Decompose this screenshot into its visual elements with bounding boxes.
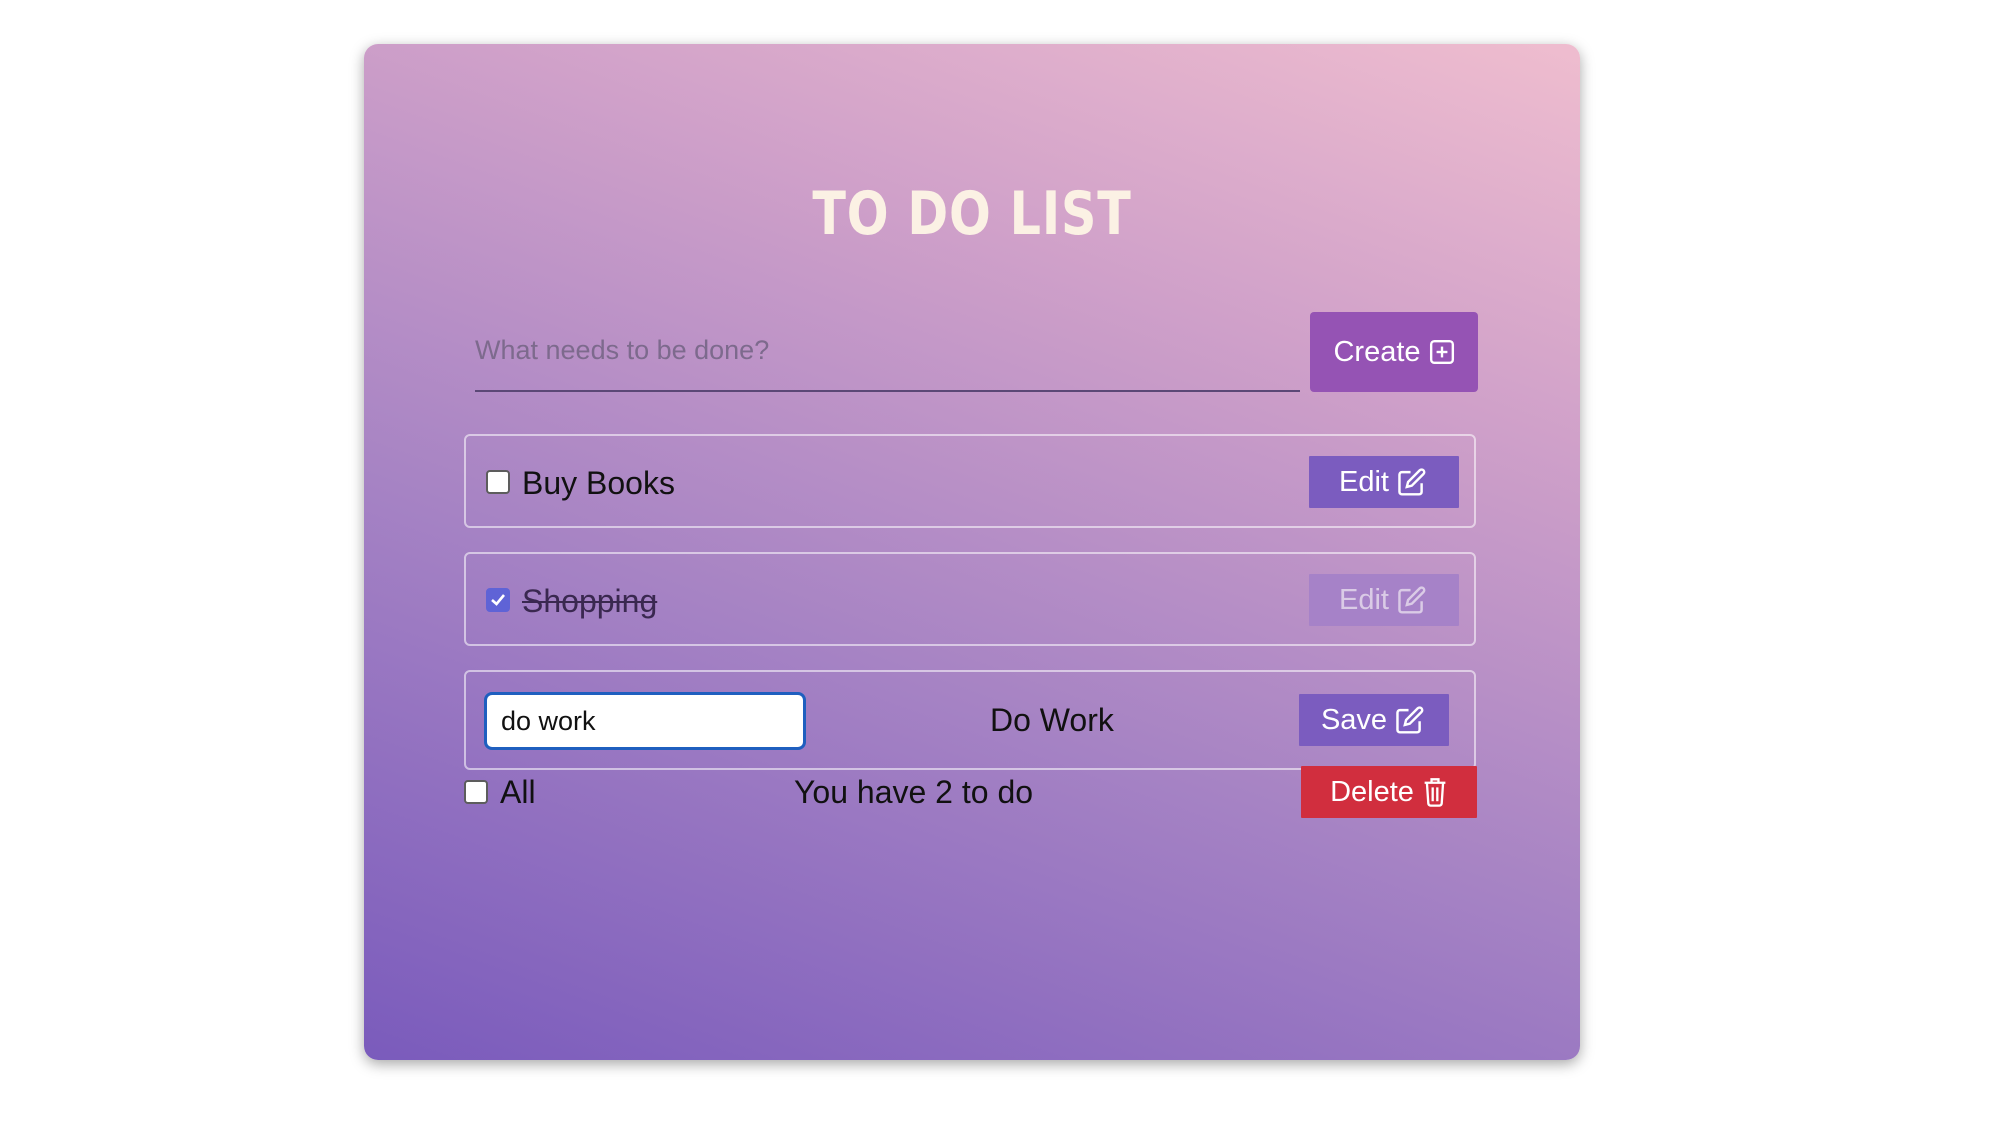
edit-button-label: Edit xyxy=(1339,465,1389,498)
pencil-square-icon xyxy=(1395,705,1427,735)
pencil-square-icon xyxy=(1397,585,1429,615)
select-all-label: All xyxy=(500,774,536,810)
todo-item: Buy Books Edit xyxy=(464,434,1476,528)
create-button-label: Create xyxy=(1333,335,1421,368)
pencil-square-icon xyxy=(1397,467,1429,497)
edit-todo-input[interactable] xyxy=(484,692,806,750)
page-title: TO DO LIST xyxy=(812,179,1132,249)
todo-label: Do Work xyxy=(990,702,1114,738)
new-todo-input[interactable] xyxy=(475,310,1300,392)
edit-button-label: Edit xyxy=(1339,583,1389,616)
save-button[interactable]: Save xyxy=(1299,694,1449,746)
plus-square-icon xyxy=(1429,339,1455,365)
edit-button[interactable]: Edit xyxy=(1309,574,1459,626)
todo-label: Shopping xyxy=(522,583,658,619)
todo-card: TO DO LIST Create Buy Books Edit xyxy=(364,44,1580,1060)
todo-item: Shopping Edit xyxy=(464,552,1476,646)
todo-checkbox[interactable] xyxy=(486,588,510,612)
create-button[interactable]: Create xyxy=(1310,312,1478,392)
remaining-count-text: You have 2 to do xyxy=(794,774,1034,810)
todo-label: Buy Books xyxy=(522,465,675,501)
edit-button[interactable]: Edit xyxy=(1309,456,1459,508)
todo-checkbox[interactable] xyxy=(486,470,510,494)
todo-item-editing: Do Work Save xyxy=(464,670,1476,770)
delete-button-label: Delete xyxy=(1330,775,1414,808)
checkmark-icon xyxy=(491,594,505,606)
trash-icon xyxy=(1422,777,1448,807)
save-button-label: Save xyxy=(1320,703,1388,736)
delete-button[interactable]: Delete xyxy=(1301,766,1477,818)
select-all-checkbox[interactable] xyxy=(464,780,488,804)
